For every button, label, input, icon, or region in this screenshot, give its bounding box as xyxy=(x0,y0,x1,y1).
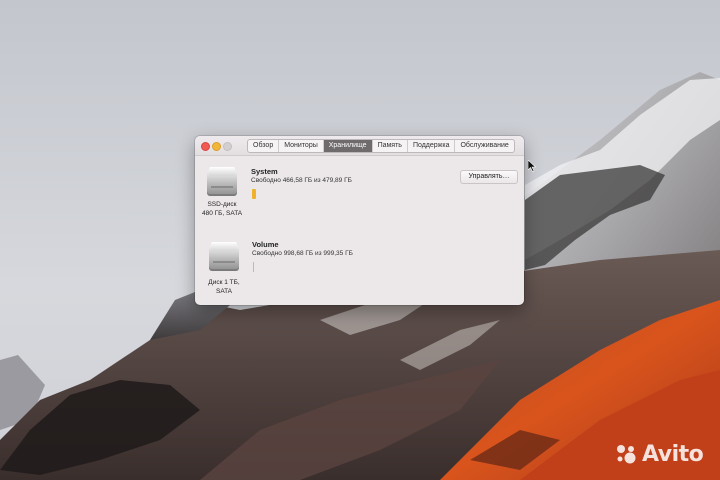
watermark-text: Avito xyxy=(642,441,704,467)
storage-usage-bar xyxy=(253,262,254,272)
tab-storage[interactable]: Хранилище xyxy=(323,140,373,152)
drive-size-label: SATA xyxy=(215,288,232,295)
manage-button[interactable]: Управлять… xyxy=(460,170,518,184)
volume-name: System xyxy=(251,167,278,176)
drive-type-label: Диск 1 ТБ, xyxy=(208,279,240,286)
mouse-pointer-icon xyxy=(528,160,536,172)
hdd-drive-icon xyxy=(209,241,239,271)
tab-service[interactable]: Обслуживание xyxy=(455,140,513,152)
drive-caption: SSD-диск 480 ГБ, SATA xyxy=(196,200,248,218)
drive-caption: Диск 1 ТБ, SATA xyxy=(198,278,250,296)
drive-size-label: 480 ГБ, SATA xyxy=(201,210,243,217)
avito-watermark: Avito xyxy=(614,441,704,467)
title-bar[interactable]: Обзор Мониторы Хранилище Память Поддержк… xyxy=(195,136,524,156)
ssd-drive-icon xyxy=(207,166,237,196)
tab-memory[interactable]: Память xyxy=(373,140,408,152)
volume-name: Volume xyxy=(252,240,279,249)
zoom-button[interactable] xyxy=(223,142,232,151)
drive-type-label: SSD-диск xyxy=(207,201,237,208)
tab-overview[interactable]: Обзор xyxy=(248,140,280,152)
tab-displays[interactable]: Мониторы xyxy=(279,140,324,152)
close-button[interactable] xyxy=(201,142,210,151)
minimize-button[interactable] xyxy=(212,142,221,151)
storage-usage-bar xyxy=(252,189,256,199)
volume-free-space: Свободно 466,58 ГБ из 479,89 ГБ xyxy=(251,177,352,184)
tab-support[interactable]: Поддержка xyxy=(408,140,456,152)
about-this-mac-window: Обзор Мониторы Хранилище Память Поддержк… xyxy=(195,136,524,305)
tab-bar: Обзор Мониторы Хранилище Память Поддержк… xyxy=(247,139,515,153)
volume-free-space: Свободно 998,68 ГБ из 999,35 ГБ xyxy=(252,250,353,257)
avito-logo-icon xyxy=(617,445,636,464)
